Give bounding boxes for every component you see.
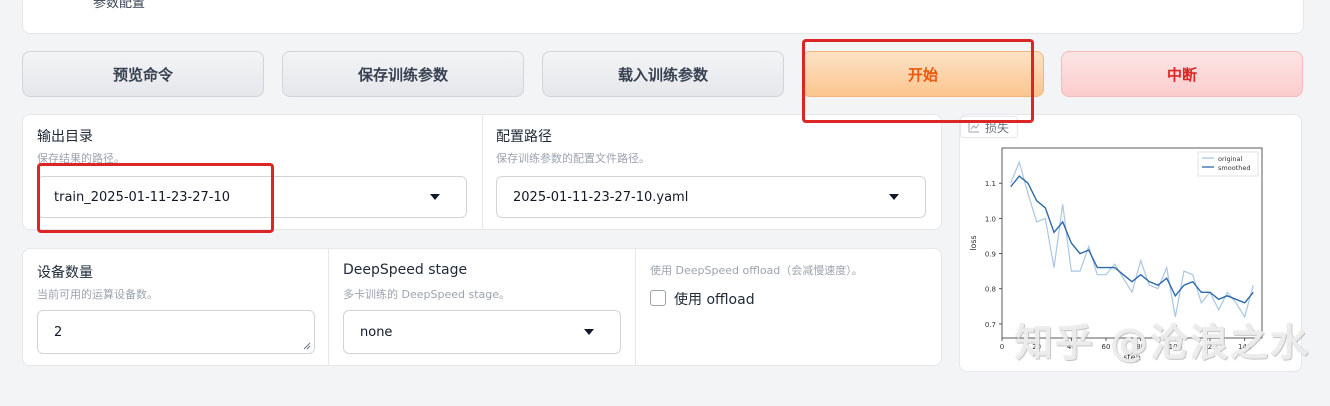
plot-frame <box>1001 147 1263 339</box>
watermark: 知乎 @沧浪之水 <box>1015 321 1311 365</box>
config-path-info: 保存训练参数的配置文件路径。 <box>496 152 650 165</box>
ds-offload-checkbox[interactable] <box>650 290 666 306</box>
y-tick-label: 1.1 <box>985 180 996 188</box>
loss-plot-tag-label: 损失 <box>985 121 1010 135</box>
ds-stage-title: DeepSpeed stage <box>343 262 468 278</box>
y-tick-label: 0.8 <box>985 286 996 294</box>
ds-stage-info: 多卡训练的 DeepSpeed stage。 <box>343 288 510 301</box>
ds-offload-label[interactable]: 使用 offload <box>674 289 755 309</box>
config-path-title: 配置路径 <box>496 129 552 145</box>
device-count-input[interactable]: 2 <box>37 310 315 354</box>
device-count-info: 当前可用的运算设备数。 <box>37 288 158 301</box>
panel-divider <box>482 115 483 229</box>
ds-stage-value: none <box>360 324 393 340</box>
chevron-down-icon <box>430 194 440 200</box>
y-axis-label: loss <box>969 235 978 250</box>
save-args-button[interactable]: 保存训练参数 <box>282 51 524 97</box>
device-count-title: 设备数量 <box>37 265 93 281</box>
config-path-value: 2025-01-11-23-27-10.yaml <box>513 189 689 205</box>
highlight-start-button <box>802 39 1034 123</box>
preview-command-button[interactable]: 预览命令 <box>22 51 264 97</box>
highlight-output-dir <box>37 163 274 233</box>
chevron-down-icon <box>889 194 899 200</box>
ds-stage-dropdown[interactable]: none <box>343 310 621 354</box>
resize-handle-icon[interactable] <box>303 342 311 350</box>
abort-button[interactable]: 中断 <box>1061 51 1303 97</box>
y-tick-label: 1.0 <box>985 215 996 223</box>
top-section-strip: 参数配置 <box>22 0 1304 34</box>
legend-label: original <box>1218 155 1242 163</box>
y-tick-label: 0.7 <box>985 321 996 329</box>
output-dir-title: 输出目录 <box>37 129 93 145</box>
config-path-dropdown[interactable]: 2025-01-11-23-27-10.yaml <box>496 176 926 218</box>
top-section-label: 参数配置 <box>93 0 146 9</box>
x-tick-label: 0 <box>1000 343 1004 351</box>
device-count-value: 2 <box>54 324 63 340</box>
y-tick-label: 0.9 <box>985 251 996 259</box>
panel-divider <box>635 249 636 365</box>
ds-offload-info: 使用 DeepSpeed offload（会减慢速度）。 <box>650 264 863 277</box>
legend-label: smoothed <box>1218 164 1250 172</box>
load-args-button[interactable]: 载入训练参数 <box>542 51 784 97</box>
panel-divider <box>328 249 329 365</box>
chevron-down-icon <box>584 329 594 335</box>
